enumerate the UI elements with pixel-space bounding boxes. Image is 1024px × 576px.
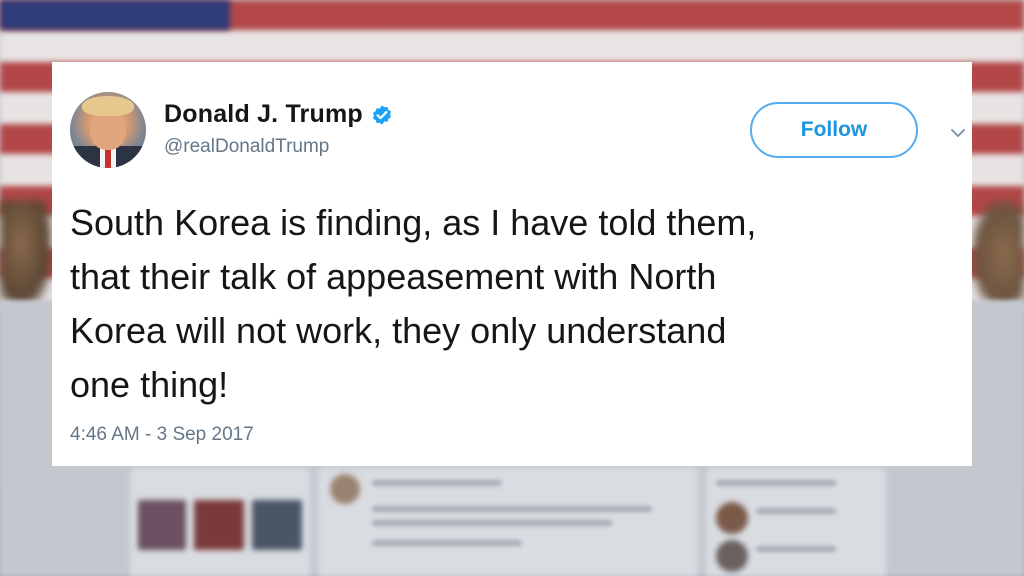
background-flag-union (0, 0, 230, 30)
author-handle[interactable]: @realDonaldTrump (164, 136, 329, 158)
background-text-line (756, 508, 836, 514)
background-text-line (756, 546, 836, 552)
verified-badge-icon (371, 104, 393, 126)
background-text-line (372, 520, 612, 526)
background-thumb (138, 500, 186, 550)
background-text-line (372, 506, 652, 512)
video-frame: Donald J. Trump @realDonaldTrump Follow … (0, 0, 1024, 576)
background-text-line (372, 480, 502, 486)
tweet-card: Donald J. Trump @realDonaldTrump Follow … (52, 62, 972, 466)
background-avatar (716, 540, 748, 572)
background-text-line (716, 480, 836, 486)
background-person-right (972, 200, 1024, 310)
background-text-line (372, 540, 522, 546)
profile-avatar[interactable] (70, 92, 146, 168)
author-display-name[interactable]: Donald J. Trump (164, 100, 363, 129)
background-person-left (0, 200, 52, 310)
tweet-text: South Korea is finding, as I have told t… (70, 202, 757, 405)
author-name-row: Donald J. Trump (164, 100, 393, 129)
background-avatar (330, 474, 360, 504)
background-avatar (716, 502, 748, 534)
background-thumb (194, 500, 244, 550)
follow-button[interactable]: Follow (750, 102, 918, 158)
chevron-down-icon[interactable] (950, 126, 966, 138)
tweet-timestamp[interactable]: 4:46 AM - 3 Sep 2017 (70, 424, 254, 446)
background-thumb (252, 500, 302, 550)
